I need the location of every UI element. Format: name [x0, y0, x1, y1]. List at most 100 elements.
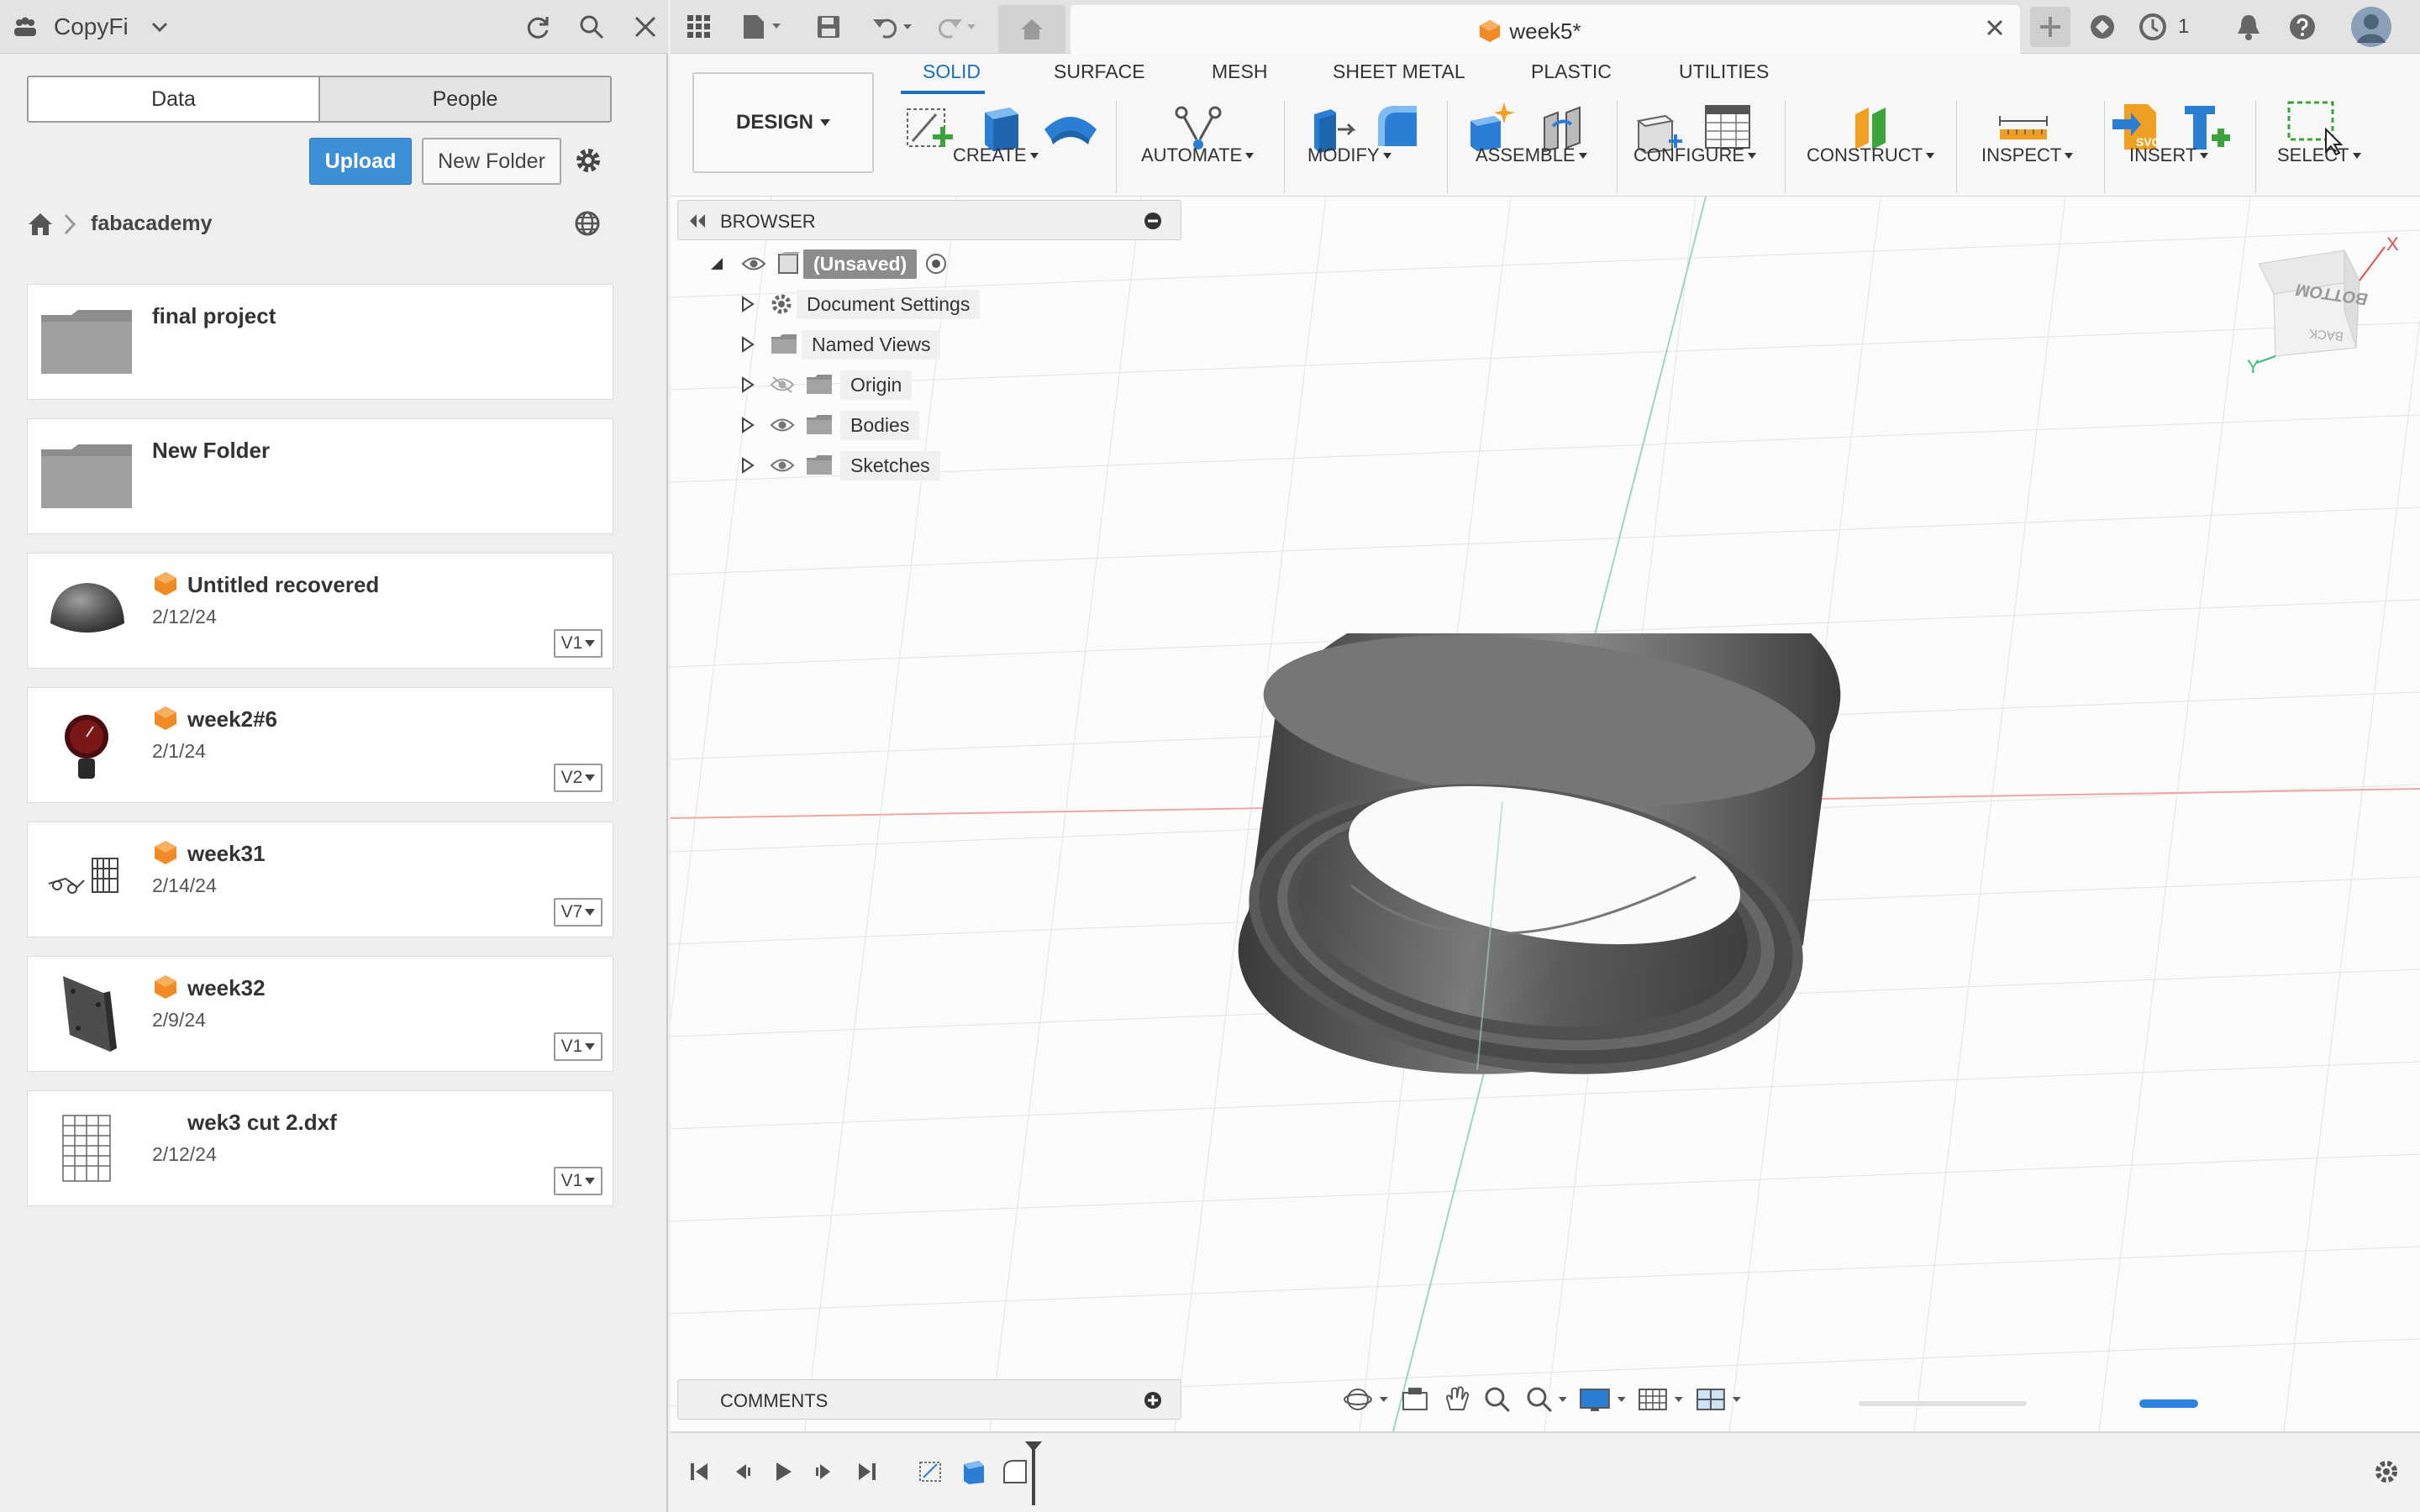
tab-data[interactable]: Data — [29, 77, 320, 121]
item-title[interactable]: Untitled recovered — [187, 572, 379, 598]
file-menu-icon[interactable] — [738, 10, 788, 44]
fit-icon[interactable] — [1523, 1384, 1570, 1415]
gear-icon[interactable] — [573, 145, 603, 180]
construct-menu[interactable]: CONSTRUCT — [1807, 144, 1935, 166]
undo-icon[interactable] — [869, 10, 919, 44]
create-menu[interactable]: CREATE — [953, 144, 1039, 166]
list-item[interactable]: week2#6 2/1/24 V2 — [27, 687, 613, 803]
go-to-start-icon[interactable] — [682, 1455, 716, 1488]
item-title[interactable]: week2#6 — [187, 706, 277, 732]
play-icon[interactable] — [766, 1455, 800, 1488]
collapse-triangle-icon[interactable] — [708, 255, 726, 273]
globe-icon[interactable] — [573, 209, 603, 244]
expand-triangle-icon[interactable] — [739, 335, 756, 354]
expand-triangle-icon[interactable] — [739, 456, 756, 475]
tree-node-bodies[interactable]: Bodies — [739, 408, 920, 442]
step-back-icon[interactable] — [724, 1455, 758, 1488]
viewcube-graphic[interactable] — [2233, 230, 2402, 373]
viewports-icon[interactable] — [1696, 1384, 1746, 1415]
tab-sheet-metal[interactable]: SHEET METAL — [1333, 60, 1465, 83]
help-icon[interactable] — [2286, 10, 2319, 44]
inspect-menu[interactable]: INSPECT — [1981, 144, 2074, 166]
modify-menu[interactable]: MODIFY — [1307, 144, 1392, 166]
insert-menu[interactable]: INSERT — [2129, 144, 2209, 166]
expand-triangle-icon[interactable] — [739, 416, 756, 434]
step-forward-icon[interactable] — [808, 1455, 842, 1488]
extensions-icon[interactable] — [2086, 10, 2119, 44]
list-item[interactable]: final project — [27, 284, 613, 400]
zoom-slider-thumb[interactable] — [2139, 1399, 2198, 1408]
eye-icon[interactable] — [770, 416, 795, 434]
tree-root[interactable]: (Unsaved) — [708, 247, 947, 281]
new-folder-button[interactable]: New Folder — [422, 138, 561, 185]
configure-menu[interactable]: CONFIGURE — [1634, 144, 1756, 166]
timeline-extrude-feature-icon[interactable] — [956, 1455, 990, 1488]
pan-hand-icon[interactable] — [1440, 1384, 1474, 1415]
create-sketch-icon[interactable] — [899, 97, 960, 158]
assemble-menu[interactable]: ASSEMBLE — [1476, 144, 1587, 166]
item-title[interactable]: wek3 cut 2.dxf — [187, 1110, 337, 1136]
tab-utilities[interactable]: UTILITIES — [1679, 60, 1769, 83]
tree-node-origin[interactable]: Origin — [739, 368, 913, 402]
zoom-track[interactable] — [1859, 1401, 2027, 1406]
close-icon[interactable] — [630, 12, 660, 42]
grid-settings-icon[interactable] — [1638, 1384, 1688, 1415]
tab-people[interactable]: People — [320, 77, 610, 121]
upload-button[interactable]: Upload — [309, 138, 412, 185]
new-tab-icon[interactable] — [2030, 7, 2070, 47]
collapse-panel-icon[interactable] — [687, 213, 708, 229]
root-label[interactable]: (Unsaved) — [803, 249, 918, 279]
activate-radio-icon[interactable] — [925, 253, 947, 275]
item-title[interactable]: week32 — [187, 975, 266, 1001]
viewcube-face-back[interactable]: BACK — [2308, 326, 2344, 343]
breadcrumb-project[interactable]: fabacademy — [91, 212, 213, 236]
revolve-icon[interactable] — [1040, 97, 1101, 158]
viewport-canvas[interactable]: BROWSER (Unsaved) Document Settings Name… — [671, 197, 2420, 1431]
go-to-end-icon[interactable] — [850, 1455, 884, 1488]
team-name[interactable]: CopyFi — [54, 13, 129, 40]
job-status-icon[interactable] — [2136, 10, 2170, 44]
list-item[interactable]: wek3 cut 2.dxf 2/12/24 V1 — [27, 1090, 613, 1206]
version-dropdown[interactable]: V2 — [554, 764, 602, 792]
timeline-settings-gear-icon[interactable] — [2370, 1455, 2403, 1488]
item-title[interactable]: New Folder — [152, 438, 270, 464]
tab-mesh[interactable]: MESH — [1212, 60, 1267, 83]
ring-body[interactable] — [1225, 633, 1847, 1121]
expand-triangle-icon[interactable] — [739, 375, 756, 394]
apps-grid-icon[interactable] — [682, 10, 716, 44]
timeline-sketch-feature-icon[interactable] — [914, 1455, 948, 1488]
tree-node-named-views[interactable]: Named Views — [739, 328, 941, 361]
add-comment-icon[interactable] — [1144, 1391, 1162, 1410]
look-at-icon[interactable] — [1398, 1384, 1432, 1415]
tab-surface[interactable]: SURFACE — [1054, 60, 1145, 83]
item-title[interactable]: week31 — [187, 841, 266, 867]
version-dropdown[interactable]: V1 — [554, 629, 602, 658]
orbit-icon[interactable] — [1343, 1384, 1390, 1415]
eye-hidden-icon[interactable] — [770, 375, 795, 394]
list-item[interactable]: New Folder — [27, 418, 613, 534]
close-tab-icon[interactable] — [1985, 18, 2005, 42]
tree-node-document-settings[interactable]: Document Settings — [739, 287, 981, 321]
item-title[interactable]: final project — [152, 303, 276, 329]
zoom-icon[interactable] — [1481, 1384, 1515, 1415]
redo-icon[interactable] — [933, 10, 983, 44]
home-icon[interactable] — [27, 212, 54, 241]
browser-header[interactable]: BROWSER — [677, 200, 1181, 240]
list-item[interactable]: week31 2/14/24 V7 — [27, 822, 613, 937]
chevron-down-icon[interactable] — [145, 12, 175, 42]
eye-icon[interactable] — [770, 456, 795, 475]
tab-plastic[interactable]: PLASTIC — [1531, 60, 1612, 83]
notifications-icon[interactable] — [2232, 10, 2265, 44]
list-item[interactable]: week32 2/9/24 V1 — [27, 956, 613, 1072]
list-item[interactable]: Untitled recovered 2/12/24 V1 — [27, 553, 613, 669]
document-tab[interactable]: week5* — [1071, 5, 2020, 54]
tab-solid[interactable]: SOLID — [923, 60, 981, 83]
tree-node-sketches[interactable]: Sketches — [739, 449, 940, 482]
workspace-switcher[interactable]: DESIGN — [692, 72, 874, 173]
comments-panel[interactable]: COMMENTS — [677, 1379, 1181, 1420]
viewcube[interactable]: BOTTOM BACK X Y — [2233, 230, 2402, 377]
home-tab-icon[interactable] — [998, 5, 1065, 54]
eye-icon[interactable] — [741, 255, 766, 273]
version-dropdown[interactable]: V7 — [554, 898, 602, 927]
search-icon[interactable] — [576, 12, 607, 42]
